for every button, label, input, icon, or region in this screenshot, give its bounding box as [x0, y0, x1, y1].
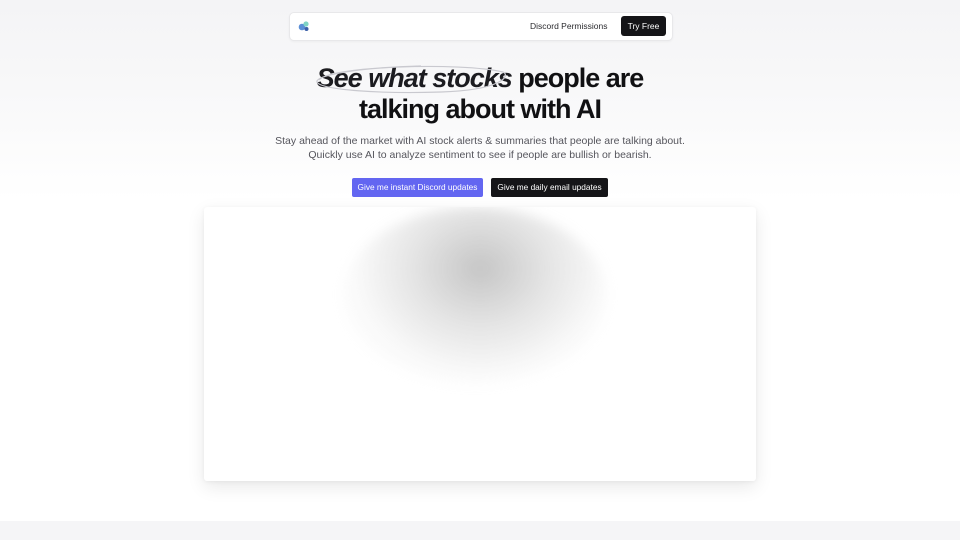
- app-logo-icon[interactable]: [296, 18, 312, 34]
- hero-title-line-2: talking about with AI: [359, 94, 602, 124]
- hero-title: See what stocks people are talking about…: [200, 63, 760, 125]
- hero-title-rest: people are: [518, 63, 644, 93]
- email-updates-button[interactable]: Give me daily email updates: [491, 178, 608, 197]
- top-navbar: Discord Permissions Try Free: [289, 12, 673, 41]
- try-free-button[interactable]: Try Free: [621, 16, 666, 36]
- hero-subtitle-line-1: Stay ahead of the market with AI stock a…: [275, 135, 685, 147]
- hero-subtitle: Stay ahead of the market with AI stock a…: [240, 134, 720, 162]
- hero-subtitle-line-2: Quickly use AI to analyze sentiment to s…: [308, 149, 652, 161]
- discord-permissions-link[interactable]: Discord Permissions: [530, 13, 607, 40]
- hero-title-line-1: See what stocks people are: [200, 63, 760, 94]
- next-section-strip: [0, 521, 960, 540]
- preview-loading-glow: [344, 207, 606, 383]
- hero-title-emphasis: See what stocks: [316, 63, 513, 93]
- discord-updates-button[interactable]: Give me instant Discord updates: [352, 178, 483, 197]
- logo-graphic: [297, 19, 311, 33]
- preview-card: [204, 207, 756, 481]
- highlighted-phrase: See what stocks: [316, 63, 513, 94]
